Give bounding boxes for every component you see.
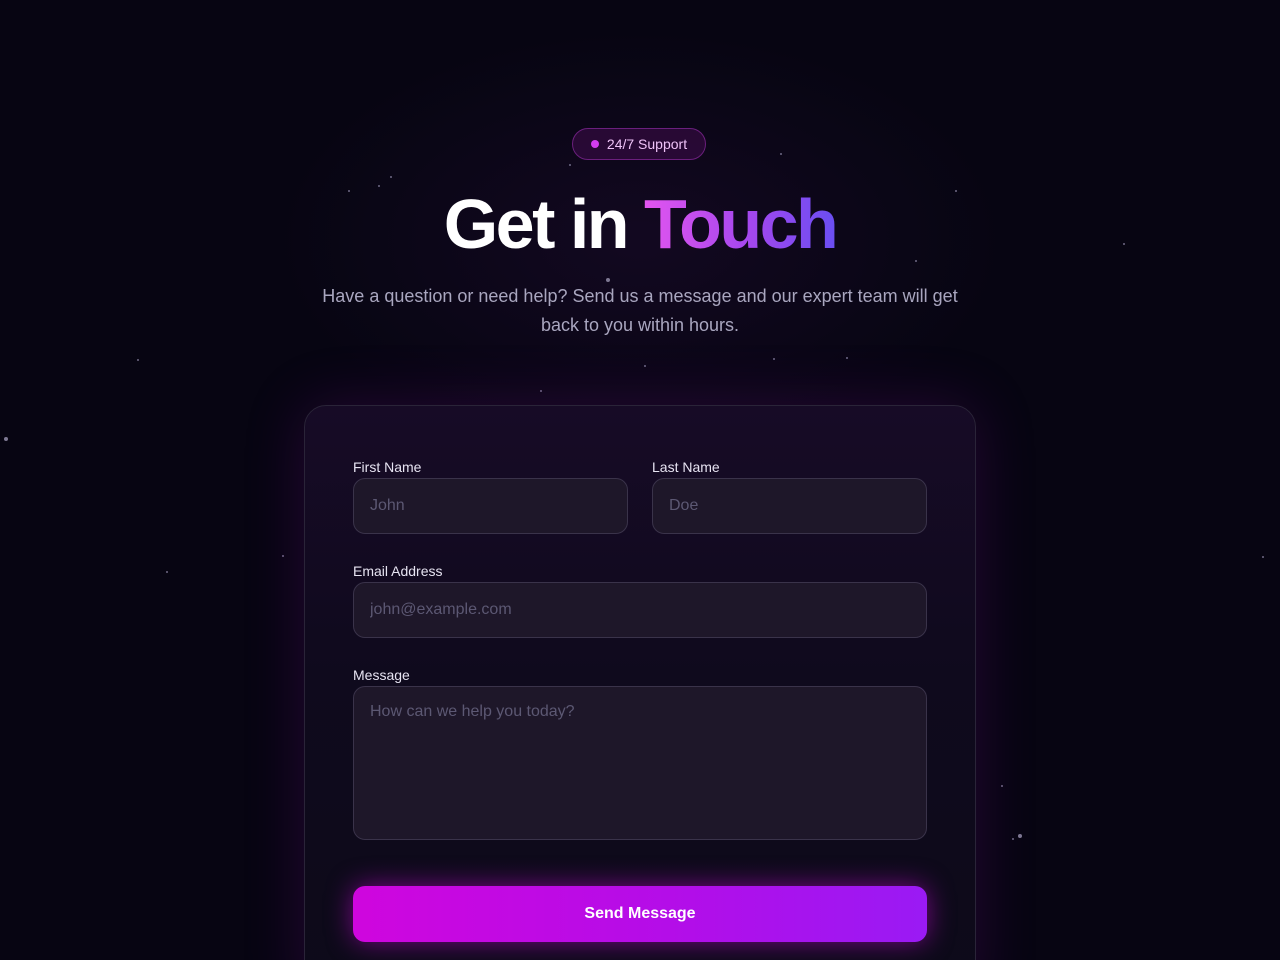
star <box>1262 556 1264 558</box>
star <box>773 358 775 360</box>
last-name-label: Last Name <box>652 459 720 475</box>
star <box>780 153 782 155</box>
page-title: Get in Touch <box>0 182 1280 266</box>
first-name-input[interactable] <box>353 478 628 534</box>
star <box>137 359 139 361</box>
page-subtitle: Have a question or need help? Send us a … <box>322 286 958 335</box>
email-label: Email Address <box>353 563 443 579</box>
star <box>846 357 848 359</box>
star <box>569 164 571 166</box>
star <box>282 555 284 557</box>
star <box>644 365 646 367</box>
status-dot-icon <box>590 140 599 148</box>
message-textarea[interactable] <box>353 686 927 840</box>
page-title-accent: Touch <box>644 185 839 263</box>
star <box>1012 838 1014 840</box>
star <box>540 390 542 392</box>
star <box>166 571 168 573</box>
star <box>1018 834 1022 838</box>
support-badge-label: 24/7 Support <box>606 136 688 152</box>
support-badge: 24/7 Support <box>572 128 706 160</box>
page-title-plain: Get in <box>443 185 630 263</box>
star <box>1001 785 1003 787</box>
send-message-button[interactable]: Send Message <box>353 886 927 942</box>
email-input[interactable] <box>353 582 927 638</box>
contact-page: 24/7 Support Get in Touch Have a questio… <box>0 0 1280 960</box>
star <box>4 437 8 441</box>
contact-form-card: First Name Last Name Email Address Messa… <box>304 405 976 960</box>
first-name-label: First Name <box>353 459 422 475</box>
star <box>390 176 392 178</box>
message-label: Message <box>353 667 410 683</box>
last-name-input[interactable] <box>652 478 927 534</box>
